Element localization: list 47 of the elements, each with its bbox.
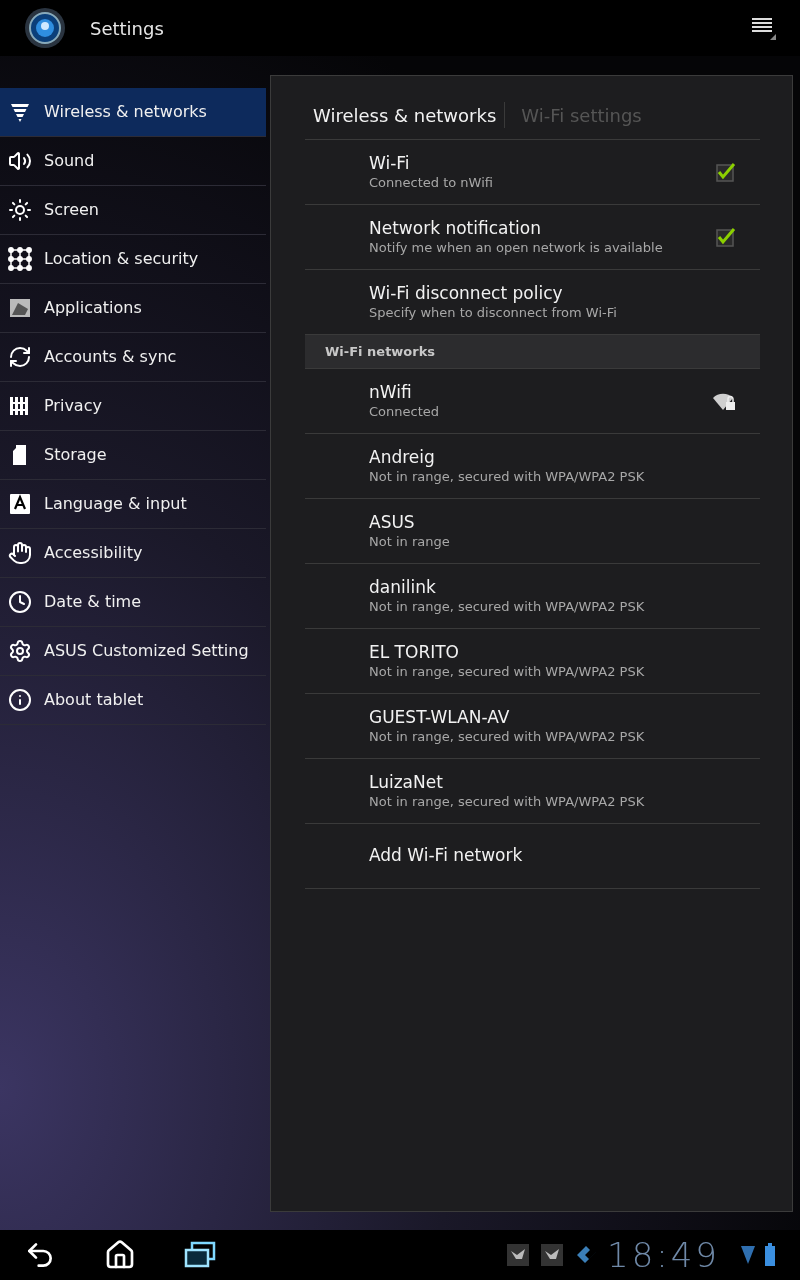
battery-icon <box>764 1243 776 1267</box>
sidebar-item[interactable]: Applications <box>0 284 266 333</box>
sidebar-item[interactable]: Wireless & networks <box>0 88 266 137</box>
sidebar-item[interactable]: ASUS Customized Setting <box>0 627 266 676</box>
add-network-row[interactable]: Add Wi-Fi network <box>305 824 760 889</box>
sidebar-item[interactable]: Accessibility <box>0 529 266 578</box>
breadcrumb-item[interactable]: Wireless & networks <box>305 101 497 129</box>
section-header: Wi-Fi networks <box>305 335 760 369</box>
applications-icon <box>8 296 32 320</box>
dot-grid-icon <box>8 247 32 271</box>
hand-icon <box>8 541 32 565</box>
clock-time: 18:49 <box>607 1238 720 1272</box>
speaker-icon <box>8 149 32 173</box>
checkbox[interactable] <box>716 227 736 247</box>
network-row[interactable]: EL TORITO Not in range, secured with WPA/WPA2 PSK <box>305 629 760 694</box>
network-row[interactable]: danilink Not in range, secured with WPA/WPA2 PSK <box>305 564 760 629</box>
app-logo-icon <box>24 7 66 49</box>
network-row[interactable]: ASUS Not in range <box>305 499 760 564</box>
sidebar-item[interactable]: Accounts & sync <box>0 333 266 382</box>
preference-row[interactable]: Wi-Fi Connected to nWifi <box>305 140 760 205</box>
sidebar-item[interactable]: Storage <box>0 431 266 480</box>
signal-icon <box>740 1244 756 1266</box>
sidebar-item[interactable]: Location & security <box>0 235 266 284</box>
notification-icon[interactable] <box>541 1244 563 1266</box>
keyboard-letter-icon <box>8 492 32 516</box>
sidebar-item[interactable]: Screen <box>0 186 266 235</box>
brightness-icon <box>8 198 32 222</box>
menu-icon[interactable] <box>752 16 776 40</box>
recent-apps-icon[interactable] <box>184 1241 216 1269</box>
info-icon <box>8 688 32 712</box>
notification-icon[interactable] <box>507 1244 529 1266</box>
network-row[interactable]: LuizaNet Not in range, secured with WPA/WPA2 PSK <box>305 759 760 824</box>
app-title: Settings <box>90 16 164 41</box>
clock-icon <box>8 590 32 614</box>
network-row[interactable]: nWifi Connected <box>305 369 760 434</box>
preference-row[interactable]: Network notification Notify me when an open network is available <box>305 205 760 270</box>
sidebar-item[interactable]: Date & time <box>0 578 266 627</box>
sidebar-item[interactable]: About tablet <box>0 676 266 725</box>
sidebar-item[interactable]: Language & input <box>0 480 266 529</box>
checkbox[interactable] <box>716 162 736 182</box>
sidebar-item[interactable]: Sound <box>0 137 266 186</box>
network-row[interactable]: Andreig Not in range, secured with WPA/WPA2 PSK <box>305 434 760 499</box>
home-icon[interactable] <box>104 1239 136 1271</box>
sync-icon <box>8 345 32 369</box>
sidebar-item[interactable]: Privacy <box>0 382 266 431</box>
gear-icon <box>8 639 32 663</box>
network-row[interactable]: GUEST-WLAN-AV Not in range, secured with WPA/WPA2 PSK <box>305 694 760 759</box>
